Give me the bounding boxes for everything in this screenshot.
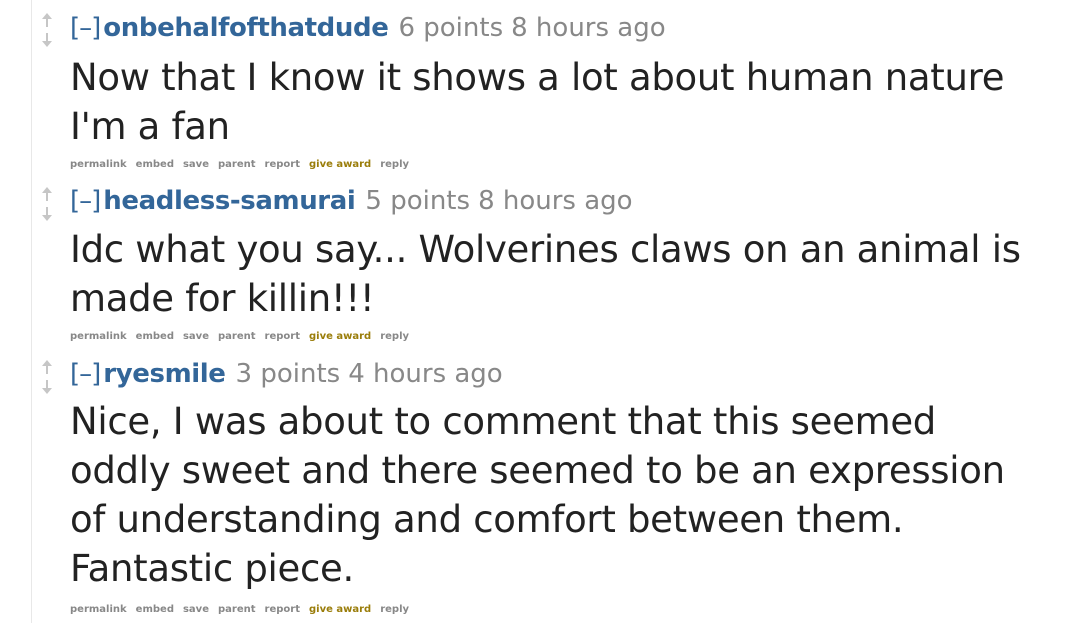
comment-score: 6 points <box>398 13 504 43</box>
collapse-toggle[interactable]: [–] <box>70 186 101 216</box>
embed-link[interactable]: embed <box>136 331 174 342</box>
parent-link[interactable]: parent <box>218 331 256 342</box>
comment-tagline: [–] headless-samurai 5 points 8 hours ago <box>70 185 633 217</box>
reply-link[interactable]: reply <box>380 604 409 615</box>
comment-body: Idc what you say... Wolverines claws on … <box>70 228 1021 320</box>
comment-score: 5 points <box>365 186 471 216</box>
give-award-link[interactable]: give award <box>309 159 371 170</box>
thread-line <box>31 0 32 623</box>
report-link[interactable]: report <box>265 604 300 615</box>
embed-link[interactable]: embed <box>136 604 174 615</box>
comment-author[interactable]: onbehalfofthatdude <box>103 13 389 43</box>
permalink-link[interactable]: permalink <box>70 604 127 615</box>
comment-tagline: [–] ryesmile 3 points 4 hours ago <box>70 358 503 390</box>
reply-link[interactable]: reply <box>380 331 409 342</box>
comment-author[interactable]: headless-samurai <box>103 186 355 216</box>
comment-tagline: [–] onbehalfofthatdude 6 points 8 hours ago <box>70 12 666 44</box>
reply-link[interactable]: reply <box>380 159 409 170</box>
collapse-toggle[interactable]: [–] <box>70 13 101 43</box>
comment-actions: permalink embed save parent report give award… <box>70 158 418 172</box>
give-award-link[interactable]: give award <box>309 331 371 342</box>
embed-link[interactable]: embed <box>136 159 174 170</box>
comment-time: 8 hours ago <box>478 186 633 216</box>
collapse-toggle[interactable]: [–] <box>70 359 101 389</box>
upvote-arrow-icon[interactable] <box>40 359 54 375</box>
save-link[interactable]: save <box>183 604 209 615</box>
parent-link[interactable]: parent <box>218 159 256 170</box>
comment-actions: permalink embed save parent report give award… <box>70 603 418 617</box>
upvote-arrow-icon[interactable] <box>40 186 54 202</box>
downvote-arrow-icon[interactable] <box>40 379 54 395</box>
upvote-arrow-icon[interactable] <box>40 12 54 28</box>
report-link[interactable]: report <box>265 159 300 170</box>
comment-body: Now that I know it shows a lot about hum… <box>70 56 1005 148</box>
comment-time: 8 hours ago <box>511 13 666 43</box>
comment-author[interactable]: ryesmile <box>103 359 226 389</box>
permalink-link[interactable]: permalink <box>70 159 127 170</box>
comment-actions: permalink embed save parent report give award… <box>70 330 418 344</box>
give-award-link[interactable]: give award <box>309 604 371 615</box>
comment-body: Nice, I was about to comment that this s… <box>70 400 1005 590</box>
parent-link[interactable]: parent <box>218 604 256 615</box>
downvote-arrow-icon[interactable] <box>40 32 54 48</box>
save-link[interactable]: save <box>183 159 209 170</box>
comment-time: 4 hours ago <box>348 359 503 389</box>
downvote-arrow-icon[interactable] <box>40 206 54 222</box>
comment-score: 3 points <box>235 359 341 389</box>
save-link[interactable]: save <box>183 331 209 342</box>
report-link[interactable]: report <box>265 331 300 342</box>
permalink-link[interactable]: permalink <box>70 331 127 342</box>
